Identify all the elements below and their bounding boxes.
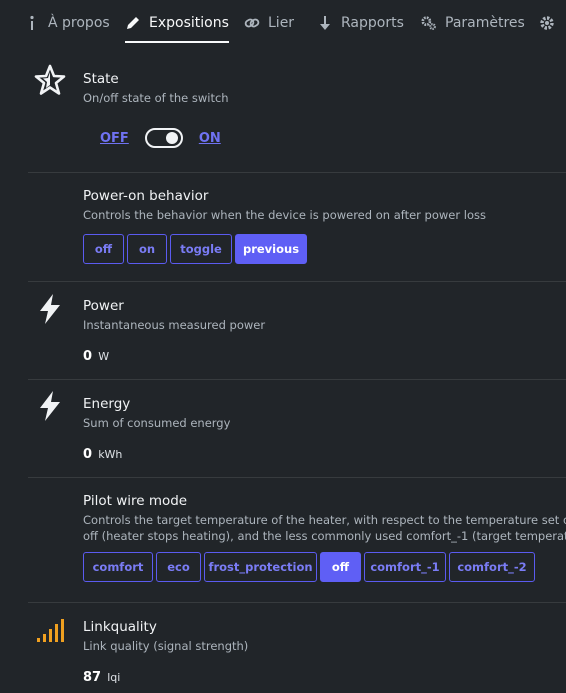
power-description: Instantaneous measured power xyxy=(83,318,266,332)
info-icon xyxy=(24,15,40,31)
pilot-description-line2: off (heater stops heating), and the less… xyxy=(83,529,566,543)
state-title: State xyxy=(83,71,119,87)
lightning-icon xyxy=(34,293,66,325)
power-number: 0 xyxy=(83,349,93,364)
energy-description: Sum of consumed energy xyxy=(83,416,231,430)
pilot-option-comfort-minus-1[interactable]: comfort_-1 xyxy=(364,552,446,582)
lightning-icon xyxy=(34,390,66,422)
state-toggle-switch[interactable] xyxy=(144,128,183,148)
power-value: 0 W xyxy=(83,349,566,364)
pilot-option-frost-protection[interactable]: frost_protection xyxy=(204,552,317,582)
on-link[interactable]: ON xyxy=(199,131,221,146)
pilot-option-comfort[interactable]: comfort xyxy=(83,552,153,582)
linkquality-unit: lqi xyxy=(107,671,121,684)
pilot-description-line1: Controls the target temperature of the h… xyxy=(83,513,566,527)
pilot-wire-mode-row: Pilot wire mode Controls the target temp… xyxy=(28,477,566,603)
cogs-icon xyxy=(421,15,437,31)
tab-lier[interactable]: Lier xyxy=(244,0,294,46)
power-on-behavior-row: Power-on behavior Controls the behavior … xyxy=(28,172,566,282)
tab-parametres[interactable]: Paramètres xyxy=(421,0,525,46)
gear-icon xyxy=(539,15,555,31)
power-on-option-off[interactable]: off xyxy=(83,234,124,264)
tab-rapports[interactable]: Rapports xyxy=(317,0,404,46)
energy-value: 0 kWh xyxy=(83,447,566,462)
link-icon xyxy=(244,15,260,31)
tab-label: Lier xyxy=(268,15,295,31)
arrow-down-icon xyxy=(317,15,333,31)
power-on-option-previous[interactable]: previous xyxy=(235,234,307,264)
power-on-title: Power-on behavior xyxy=(83,188,209,204)
linkquality-value: 87 lqi xyxy=(83,670,566,685)
tab-bar: À propos Expositions Lier Rapports Param… xyxy=(0,0,566,46)
off-link[interactable]: OFF xyxy=(100,131,129,146)
tab-a-propos[interactable]: À propos xyxy=(24,0,110,46)
tab-label: Rapports xyxy=(341,15,404,31)
pilot-option-eco[interactable]: eco xyxy=(156,552,201,582)
tab-settings[interactable] xyxy=(539,0,563,46)
tab-label: Expositions xyxy=(149,15,229,31)
linkquality-title: Linkquality xyxy=(83,619,157,635)
tab-label: À propos xyxy=(48,15,110,31)
power-on-option-toggle[interactable]: toggle xyxy=(170,234,232,264)
linkquality-number: 87 xyxy=(83,670,102,685)
energy-unit: kWh xyxy=(98,448,123,461)
pilot-option-comfort-minus-2[interactable]: comfort_-2 xyxy=(449,552,535,582)
state-description: On/off state of the switch xyxy=(83,91,229,105)
star-icon xyxy=(34,64,66,96)
energy-number: 0 xyxy=(83,447,93,462)
power-row: Power Instantaneous measured power 0 W xyxy=(28,281,566,380)
energy-title: Energy xyxy=(83,396,131,412)
power-title: Power xyxy=(83,298,124,314)
pilot-title: Pilot wire mode xyxy=(83,493,188,509)
pilot-option-off[interactable]: off xyxy=(320,552,361,582)
tab-expositions[interactable]: Expositions xyxy=(125,0,229,46)
pencil-icon xyxy=(125,15,141,31)
state-row: State On/off state of the switch OFF ON xyxy=(28,60,566,173)
linkquality-description: Link quality (signal strength) xyxy=(83,639,249,653)
power-on-description: Controls the behavior when the device is… xyxy=(83,208,486,222)
toggle-knob xyxy=(165,132,178,144)
energy-row: Energy Sum of consumed energy 0 kWh xyxy=(28,379,566,478)
tab-label: Paramètres xyxy=(445,15,525,31)
linkquality-row: Linkquality Link quality (signal strengt… xyxy=(28,602,566,693)
power-unit: W xyxy=(98,350,110,363)
power-on-option-on[interactable]: on xyxy=(127,234,167,264)
signal-icon xyxy=(34,616,66,648)
